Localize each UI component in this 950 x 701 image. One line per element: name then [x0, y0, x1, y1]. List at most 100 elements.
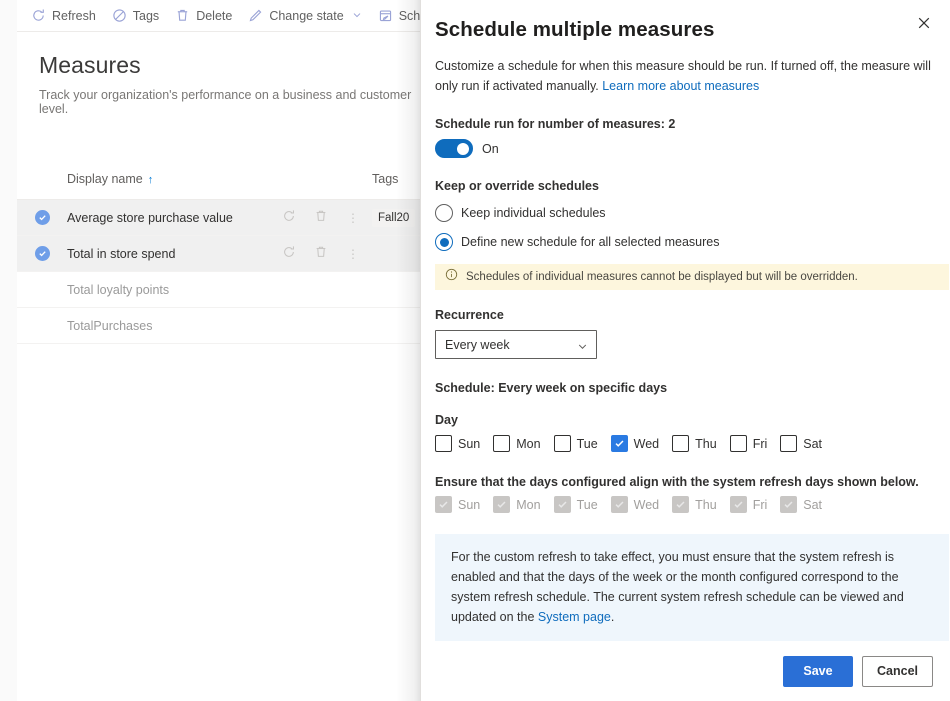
system-day-sun: Sun — [435, 496, 480, 513]
system-day-thu: Thu — [672, 496, 717, 513]
infobox-text: For the custom refresh to take effect, y… — [451, 550, 904, 624]
system-day-label-wed: Wed — [634, 498, 659, 512]
override-warning-bar: Schedules of individual measures cannot … — [435, 264, 949, 290]
page-header: Measures Track your organization's perfo… — [17, 32, 420, 116]
day-checkbox-wed[interactable]: Wed — [611, 435, 659, 452]
toggle-knob — [457, 143, 469, 155]
refresh-icon — [31, 8, 46, 23]
system-page-link[interactable]: System page — [538, 610, 611, 624]
system-day-tue: Tue — [554, 496, 598, 513]
day-label: Day — [435, 413, 936, 427]
cancel-button[interactable]: Cancel — [862, 656, 933, 687]
row-select-cell[interactable] — [17, 210, 67, 225]
schedule-button[interactable]: Schedule — [370, 1, 420, 31]
sort-ascending-icon: ↑ — [148, 174, 154, 186]
radio-icon — [435, 204, 453, 222]
panel-header: Schedule multiple measures — [421, 0, 950, 42]
day-checkbox-mon[interactable]: Mon — [493, 435, 540, 452]
override-warning-text: Schedules of individual measures cannot … — [466, 271, 858, 283]
schedule-run-label: Schedule run for number of measures: 2 — [435, 117, 936, 131]
table-row[interactable]: Total loyalty points — [17, 272, 420, 308]
row-select-cell[interactable] — [17, 246, 67, 261]
table-header-row: Display name ↑ Tags — [17, 158, 420, 200]
day-checkbox-sat[interactable]: Sat — [780, 435, 822, 452]
recurrence-select-wrap: Every week — [435, 330, 597, 359]
schedule-panel: Schedule multiple measures Customize a s… — [420, 0, 950, 701]
delete-label: Delete — [196, 9, 232, 23]
toggle-state-label: On — [482, 142, 499, 156]
row-selected-check-icon — [35, 210, 50, 225]
infobox-suffix: . — [611, 610, 614, 624]
recurrence-select[interactable]: Every week — [435, 330, 597, 359]
checkbox-checked-disabled-icon — [554, 496, 571, 513]
row-actions: ⋮ — [282, 209, 372, 226]
refresh-label: Refresh — [52, 9, 96, 23]
day-label-wed: Wed — [634, 437, 659, 451]
header-tags[interactable]: Tags — [372, 172, 420, 186]
system-day-mon: Mon — [493, 496, 540, 513]
table-row[interactable]: Total in store spend ⋮ — [17, 236, 420, 272]
close-button[interactable] — [908, 8, 940, 40]
learn-more-link[interactable]: Learn more about measures — [602, 79, 759, 93]
header-display-name[interactable]: Display name ↑ — [67, 172, 282, 186]
day-checkbox-thu[interactable]: Thu — [672, 435, 717, 452]
radio-keep-individual-label: Keep individual schedules — [461, 206, 606, 220]
checkbox-checked-disabled-icon — [730, 496, 747, 513]
tags-label: Tags — [133, 9, 159, 23]
system-day-label-sat: Sat — [803, 498, 822, 512]
change-state-button[interactable]: Change state — [240, 1, 369, 31]
day-checkbox-fri[interactable]: Fri — [730, 435, 768, 452]
row-more-icon[interactable]: ⋮ — [346, 248, 360, 260]
system-day-wed: Wed — [611, 496, 659, 513]
schedule-run-toggle[interactable] — [435, 139, 473, 158]
measures-table: Display name ↑ Tags Average store purchas… — [17, 158, 420, 344]
schedule-section-heading: Schedule: Every week on specific days — [435, 381, 936, 395]
header-display-name-label: Display name — [67, 172, 143, 186]
radio-selected-icon — [435, 233, 453, 251]
save-button[interactable]: Save — [783, 656, 853, 687]
delete-button[interactable]: Delete — [167, 1, 240, 31]
page-subtitle: Track your organization's performance on… — [17, 88, 420, 116]
checkbox-checked-disabled-icon — [780, 496, 797, 513]
row-tags: Fall20 — [372, 209, 420, 227]
row-trash-icon[interactable] — [314, 245, 328, 262]
recurrence-label: Recurrence — [435, 308, 936, 322]
info-circle-icon — [445, 268, 458, 286]
command-bar: Refresh Tags Delete — [17, 0, 420, 32]
system-day-label-tue: Tue — [577, 498, 598, 512]
checkbox-icon — [493, 435, 510, 452]
day-label-sun: Sun — [458, 437, 480, 451]
system-day-label-thu: Thu — [695, 498, 717, 512]
row-more-icon[interactable]: ⋮ — [346, 212, 360, 224]
checkbox-checked-disabled-icon — [435, 496, 452, 513]
pencil-icon — [248, 8, 263, 23]
calendar-edit-icon — [378, 8, 393, 23]
tags-button[interactable]: Tags — [104, 1, 167, 31]
day-checkbox-sun[interactable]: Sun — [435, 435, 480, 452]
day-label-thu: Thu — [695, 437, 717, 451]
radio-keep-individual[interactable]: Keep individual schedules — [435, 204, 936, 222]
table-row[interactable]: Average store purchase value ⋮ Fall20 — [17, 200, 420, 236]
table-row[interactable]: TotalPurchases — [17, 308, 420, 344]
row-display-name: Total loyalty points — [67, 283, 282, 297]
left-rail — [0, 0, 17, 701]
change-state-label: Change state — [269, 9, 343, 23]
tag-chip: Fall20 — [372, 209, 415, 227]
checkbox-icon — [780, 435, 797, 452]
schedule-label: Schedule — [399, 9, 420, 23]
day-label-tue: Tue — [577, 437, 598, 451]
day-checkbox-tue[interactable]: Tue — [554, 435, 598, 452]
checkbox-checked-disabled-icon — [672, 496, 689, 513]
row-refresh-icon[interactable] — [282, 245, 296, 262]
checkbox-icon — [435, 435, 452, 452]
system-day-sat: Sat — [780, 496, 822, 513]
day-label-sat: Sat — [803, 437, 822, 451]
row-trash-icon[interactable] — [314, 209, 328, 226]
radio-define-new[interactable]: Define new schedule for all selected mea… — [435, 233, 936, 251]
row-refresh-icon[interactable] — [282, 209, 296, 226]
panel-footer: Save Cancel — [421, 641, 950, 701]
app-root: Refresh Tags Delete — [0, 0, 950, 701]
system-refresh-infobox: For the custom refresh to take effect, y… — [435, 534, 949, 641]
panel-intro: Customize a schedule for when this measu… — [435, 56, 947, 96]
refresh-button[interactable]: Refresh — [23, 1, 104, 31]
